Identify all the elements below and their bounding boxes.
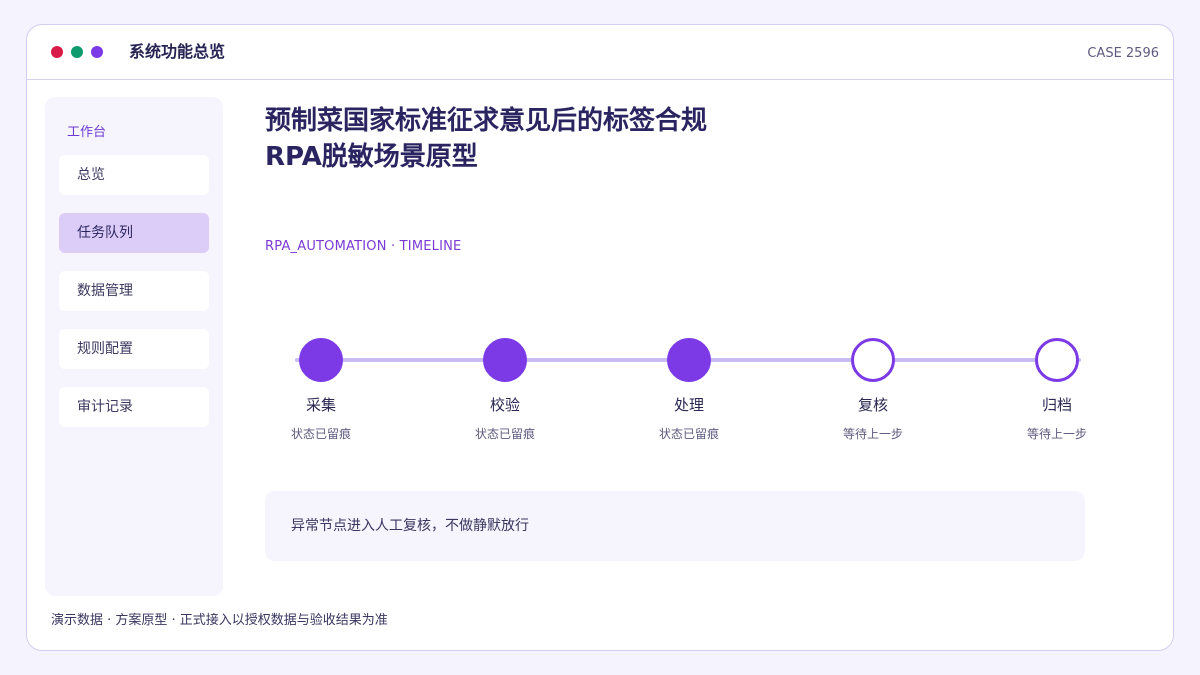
timeline-step-label: 校验 bbox=[489, 396, 520, 414]
timeline-node-review[interactable] bbox=[851, 338, 895, 382]
timeline-step-label: 采集 bbox=[305, 396, 336, 414]
page-title-line-2: RPA脱敏场景原型 bbox=[265, 142, 478, 172]
sidebar: 工作台 总览 任务队列 数据管理 规则配置 审计记录 bbox=[45, 97, 223, 596]
sidebar-item-task-queue[interactable]: 任务队列 bbox=[59, 213, 209, 253]
page-subtitle: RPA_AUTOMATION · TIMELINE bbox=[265, 239, 462, 254]
timeline-node-collect[interactable] bbox=[299, 338, 343, 382]
case-id-label: CASE 2596 bbox=[1087, 46, 1159, 61]
page-title: 预制菜国家标准征求意见后的标签合规 RPA脱敏场景原型 bbox=[265, 103, 905, 175]
timeline-step-status: 状态已留痕 bbox=[474, 427, 535, 441]
sidebar-heading: 工作台 bbox=[67, 125, 107, 140]
maximize-window-button[interactable] bbox=[91, 46, 103, 58]
timeline-step-label: 复核 bbox=[857, 396, 888, 414]
title-bar: 系统功能总览 CASE 2596 bbox=[27, 25, 1173, 80]
timeline-step-label: 处理 bbox=[673, 396, 704, 414]
footer-disclaimer: 演示数据 · 方案原型 · 正式接入以授权数据与验收结果为准 bbox=[51, 613, 388, 628]
timeline-step-label: 归档 bbox=[1041, 396, 1072, 414]
app-title: 系统功能总览 bbox=[129, 42, 226, 61]
timeline-step-status: 等待上一步 bbox=[842, 427, 903, 441]
timeline-node-archive[interactable] bbox=[1035, 338, 1079, 382]
app-window: 系统功能总览 CASE 2596 工作台 总览 任务队列 数据管理 规则配置 审… bbox=[26, 24, 1174, 651]
timeline-node-validate[interactable] bbox=[483, 338, 527, 382]
timeline-node-process[interactable] bbox=[667, 338, 711, 382]
timeline-step-status: 状态已留痕 bbox=[658, 427, 719, 441]
minimize-window-button[interactable] bbox=[71, 46, 83, 58]
sidebar-item-data-management[interactable]: 数据管理 bbox=[59, 271, 209, 311]
timeline-step-status: 等待上一步 bbox=[1026, 427, 1087, 441]
close-window-button[interactable] bbox=[51, 46, 63, 58]
page-title-line-1: 预制菜国家标准征求意见后的标签合规 bbox=[265, 106, 708, 136]
notice-box: 异常节点进入人工复核，不做静默放行 bbox=[265, 491, 1085, 561]
sidebar-item-overview[interactable]: 总览 bbox=[59, 155, 209, 195]
timeline-step-status: 状态已留痕 bbox=[290, 427, 351, 441]
sidebar-item-rule-config[interactable]: 规则配置 bbox=[59, 329, 209, 369]
sidebar-item-audit-log[interactable]: 审计记录 bbox=[59, 387, 209, 427]
